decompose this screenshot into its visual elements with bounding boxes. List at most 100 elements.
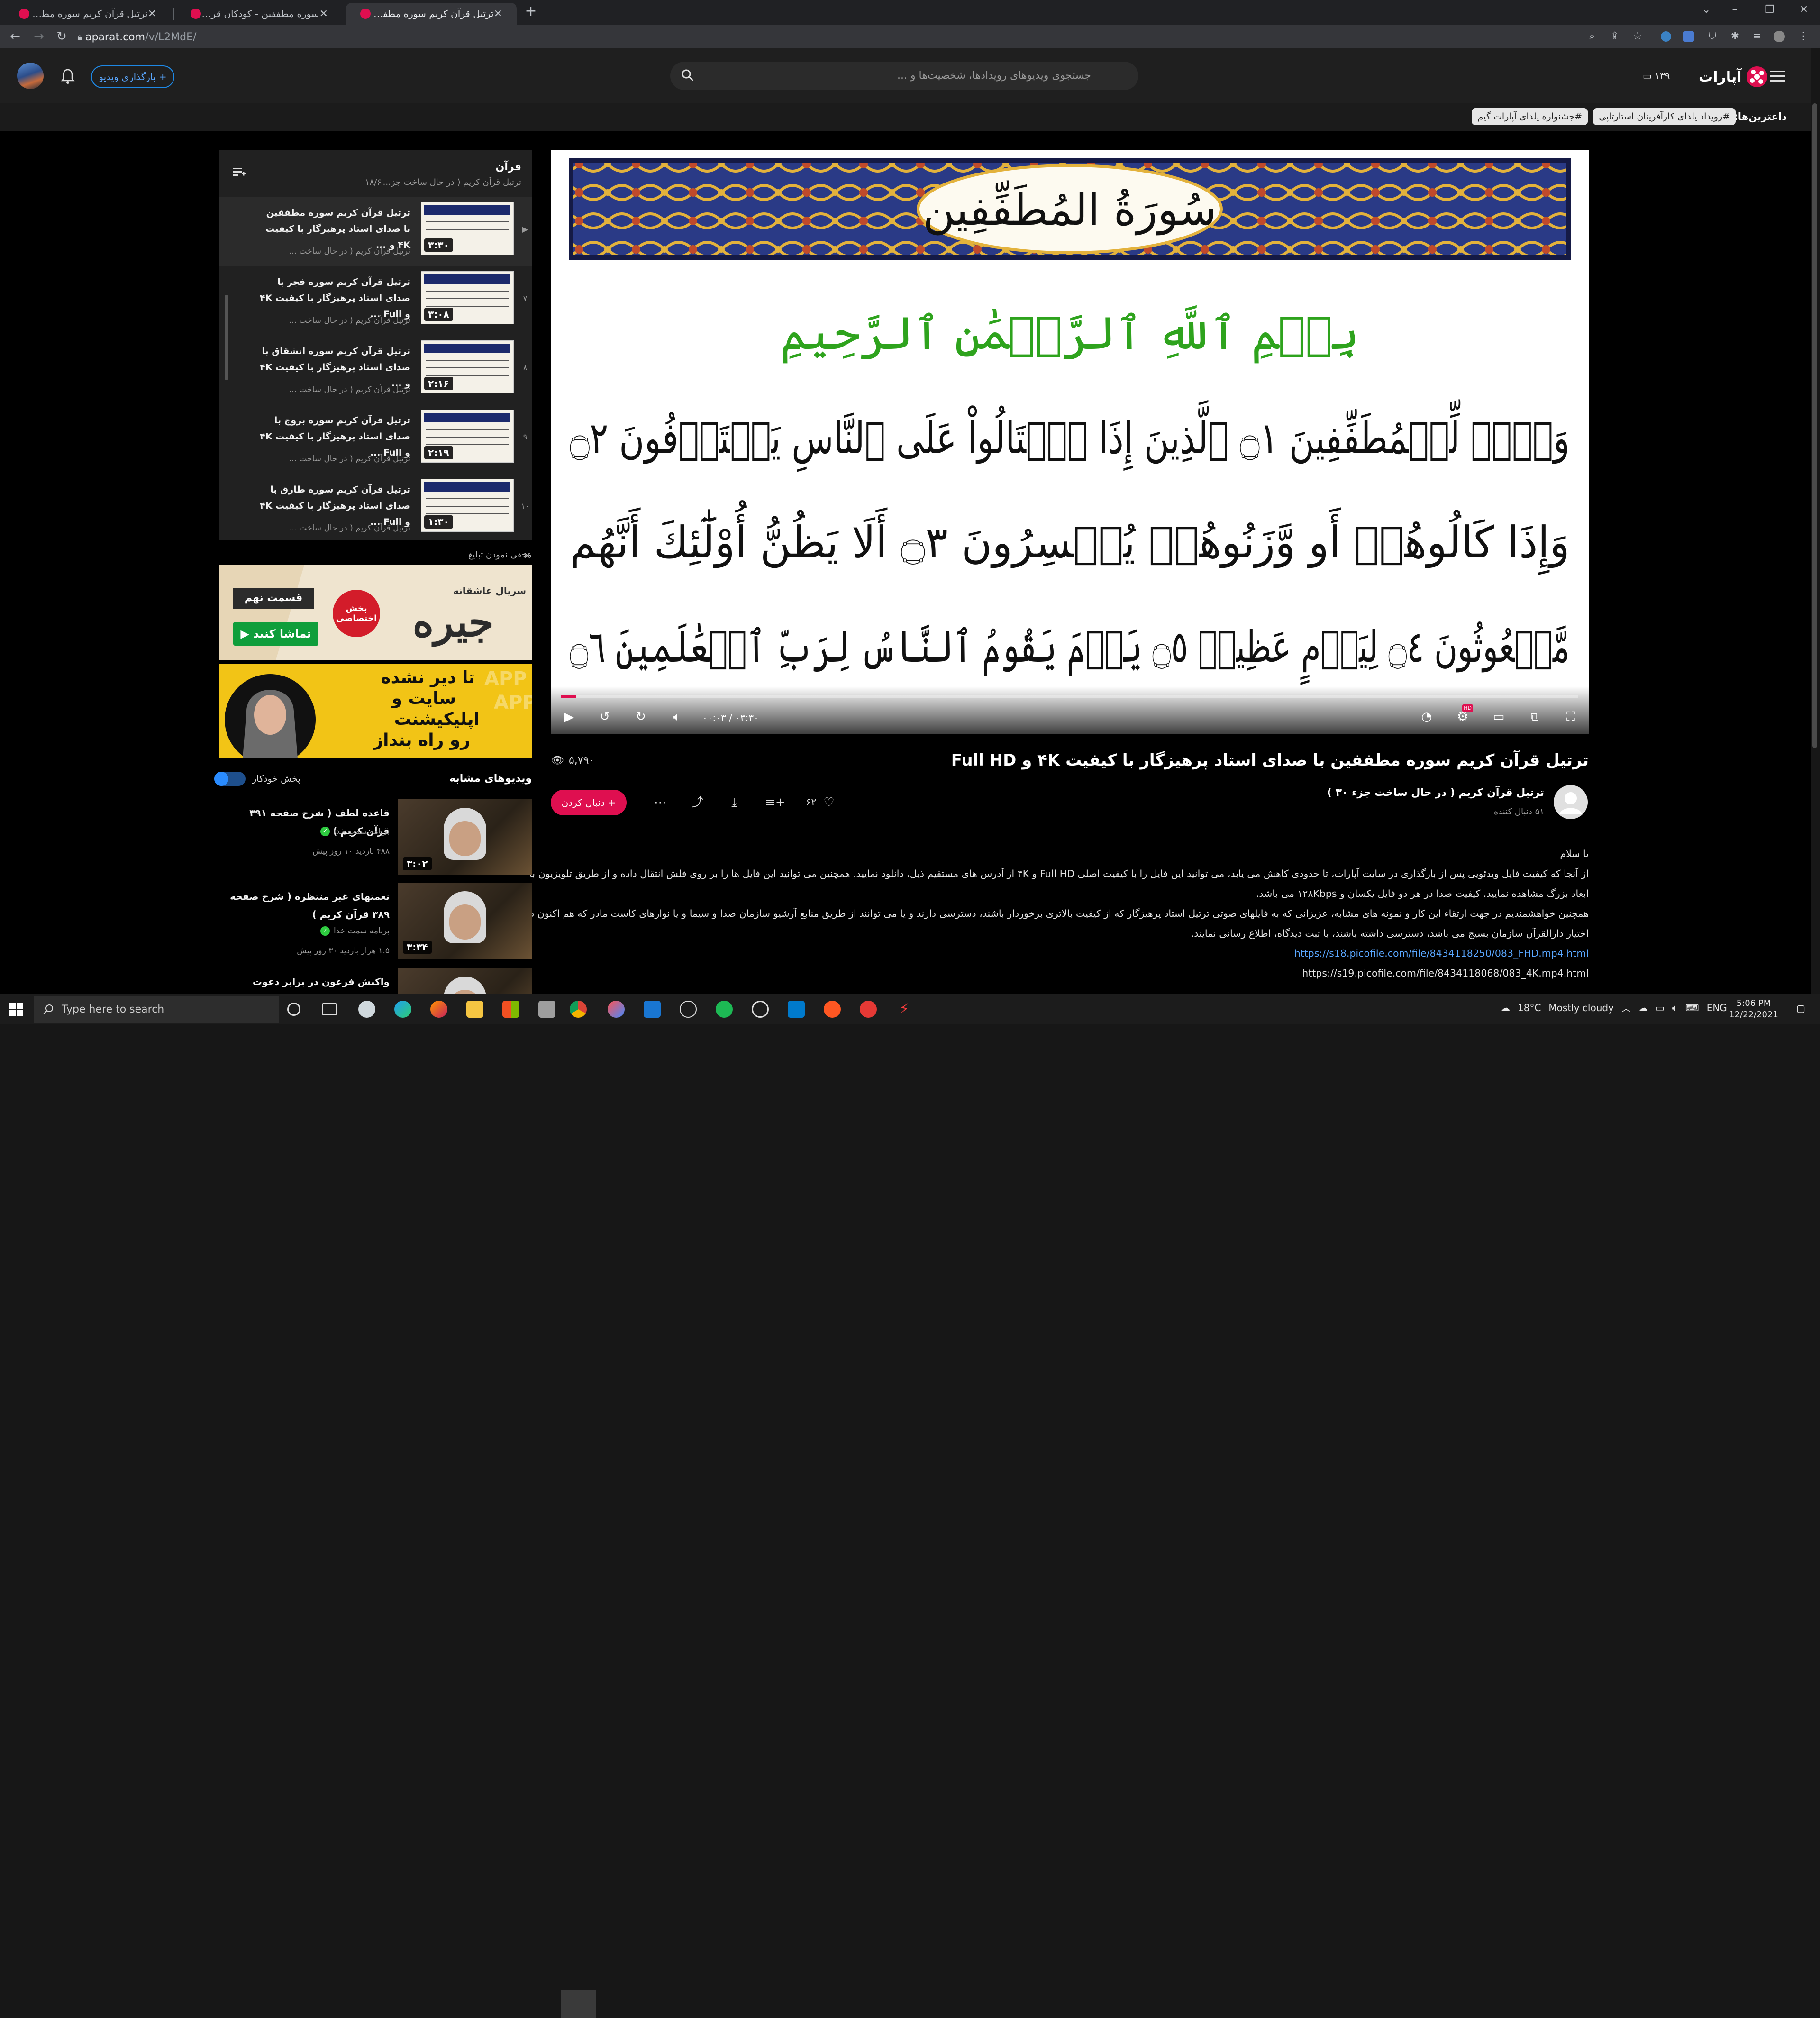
reload-icon[interactable]: ↻ <box>53 29 70 44</box>
channels-count-badge[interactable]: ۱۳۹ ▭ <box>1643 70 1670 82</box>
hide-ad-link[interactable]: مخفی نمودن تبلیغ <box>468 550 532 560</box>
volume-tray-icon[interactable]: 🔈︎ <box>1672 1002 1678 1014</box>
channel-name[interactable]: ترتیل قرآن کریم ( در حال ساخت جزء ۳۰ ) <box>1327 787 1544 799</box>
similar-video-item[interactable]: ۳:۳۴ نعمتهای غیر منتظره ( شرح صفحه ۳۸۹ ق… <box>219 883 532 963</box>
firefox-icon[interactable] <box>430 1001 447 1018</box>
similar-video-channel[interactable]: برنامه سمت خدا ✓ <box>320 926 390 936</box>
cortana-icon[interactable] <box>287 1003 300 1016</box>
more-options-icon[interactable]: ⋯ <box>652 794 668 811</box>
language-indicator[interactable]: ENG <box>1707 1002 1727 1014</box>
profile-avatar-icon[interactable] <box>1774 31 1785 42</box>
bookmark-star-icon[interactable]: ☆ <box>1631 30 1644 43</box>
user-avatar[interactable] <box>17 63 44 89</box>
restore-icon[interactable]: ❐ <box>1760 4 1779 16</box>
playlist-item[interactable]: ▶ ۳:۳۰ ترتیل قرآن کریم سوره مطففین با صد… <box>219 197 532 266</box>
vscode-icon[interactable] <box>788 1001 805 1018</box>
windows-start-icon[interactable] <box>9 1003 23 1016</box>
rewind-10-icon[interactable]: ↺ <box>596 708 613 725</box>
add-to-playlist-icon[interactable]: ≡+ <box>765 794 786 811</box>
close-ad-icon[interactable]: ✕ <box>523 550 531 561</box>
reading-list-icon[interactable]: ≡ <box>1751 30 1763 43</box>
fullscreen-icon[interactable]: ⛶ <box>1562 708 1579 725</box>
close-tab-icon[interactable]: ✕ <box>148 8 156 20</box>
playlist-item[interactable]: ۹ ۲:۱۹ ترتیل قرآن کریم سوره بروج با صدای… <box>219 405 532 474</box>
search-icon[interactable] <box>681 68 695 82</box>
settings-gear-icon[interactable]: ⚙ HD <box>1454 704 1473 725</box>
weather-temp[interactable]: 18°C <box>1518 1002 1541 1014</box>
app-icon[interactable] <box>608 1001 625 1018</box>
app-icon[interactable] <box>358 1001 375 1018</box>
similar-video-item[interactable]: ۳:۰۲ قاعده لطف ( شرح صفحه ۳۹۱ قرآن کریم … <box>219 799 532 880</box>
chrome-icon[interactable] <box>570 1001 587 1018</box>
taskbar-search-input[interactable]: Type here to search <box>34 996 279 1023</box>
seek-bar[interactable] <box>561 695 1578 698</box>
upload-video-button[interactable]: + بارگذاری ویدیو <box>91 65 174 88</box>
autoplay-toggle[interactable]: پخش خودکار <box>214 772 300 786</box>
download-link-4k[interactable]: https://s19.picofile.com/file/8434118068… <box>546 963 1589 983</box>
play-icon[interactable]: ▶ <box>560 708 577 725</box>
puzzle-extensions-icon[interactable]: ✱ <box>1729 30 1741 43</box>
theater-mode-icon[interactable]: ▭ <box>1490 708 1507 725</box>
search-input[interactable]: جستجوی ویدیوهای رویدادها، شخصیت‌ها و ... <box>670 62 1138 90</box>
spotify-icon[interactable] <box>716 1001 733 1018</box>
similar-video-item[interactable]: واکنش فرعون در برابر دعوت حضرت موسی ( <box>219 968 532 994</box>
volume-icon[interactable]: 🔈︎ <box>668 708 685 725</box>
keyboard-icon[interactable]: ⌨ <box>1685 1002 1699 1014</box>
onedrive-icon[interactable]: ☁ <box>1638 1002 1648 1014</box>
address-bar[interactable]: aparat.com/v/L2MdE/ <box>85 31 196 43</box>
trending-chip[interactable]: #رویداد یلدای کارآفرینان استارتاپی <box>1593 108 1736 125</box>
playlist-item[interactable]: ۱۰ ۱:۳۰ ترتیل قرآن کریم سوره طارق با صدا… <box>219 474 532 543</box>
follow-button[interactable]: + دنبال کردن <box>551 790 627 815</box>
tray-chevron-icon[interactable]: ︿ <box>1621 1001 1631 1014</box>
zoom-icon[interactable]: ⌕ <box>1586 30 1598 43</box>
extension-icon[interactable] <box>1684 31 1694 42</box>
close-window-icon[interactable]: ✕ <box>1794 4 1813 16</box>
share-page-icon[interactable]: ⇪ <box>1609 30 1621 43</box>
lightning-app-icon[interactable]: ⚡ <box>896 1001 913 1018</box>
app-icon[interactable] <box>824 1001 841 1018</box>
download-icon[interactable]: ⤓ <box>726 794 742 811</box>
tab-search-chevron-icon[interactable]: ⌄ <box>1697 4 1716 16</box>
playlist-title[interactable]: قرآن <box>496 161 521 173</box>
channel-avatar[interactable] <box>1554 785 1588 819</box>
close-tab-icon[interactable]: ✕ <box>494 8 502 20</box>
system-clock[interactable]: 5:06 PM 12/22/2021 <box>1725 998 1782 1021</box>
playback-speed-icon[interactable]: ◔ <box>1418 708 1435 725</box>
browser-menu-icon[interactable]: ⋮ <box>1797 30 1810 43</box>
app-icon[interactable] <box>860 1001 877 1018</box>
minimize-icon[interactable]: – <box>1725 4 1744 16</box>
aparat-logo[interactable]: آپارات <box>1699 65 1767 88</box>
download-link-fhd[interactable]: https://s18.picofile.com/file/8434118250… <box>546 943 1589 963</box>
shield-extension-icon[interactable]: ⛉ <box>1706 30 1719 43</box>
playlist-item[interactable]: ۸ ۲:۱۶ ترتیل قرآن کریم سوره انشقاق با صد… <box>219 336 532 405</box>
playlist-add-icon[interactable] <box>232 165 246 179</box>
like-heart-icon[interactable]: ♡ <box>821 794 837 811</box>
edge-icon[interactable] <box>394 1001 411 1018</box>
close-tab-icon[interactable]: ✕ <box>319 8 328 20</box>
store-icon[interactable] <box>502 1001 519 1018</box>
playlist-item[interactable]: ۷ ۳:۰۸ ترتیل قرآن کریم سوره فجر با صدای … <box>219 266 532 336</box>
weather-text[interactable]: Mostly cloudy <box>1548 1002 1614 1014</box>
app-icon[interactable] <box>752 1001 769 1018</box>
video-player[interactable]: سُورَةُ المُطَفِّفِين بِسۡمِ ٱللَّهِ ٱلر… <box>551 150 1589 734</box>
playlist-channel[interactable]: ترتیل قرآن کریم ( در حال ساخت جز... <box>383 177 521 187</box>
notification-bell-icon[interactable] <box>61 68 75 84</box>
autoplay-switch[interactable] <box>214 772 246 786</box>
new-tab-icon[interactable]: + <box>521 3 540 19</box>
browser-tab[interactable]: ✕ ترتیل قرآن کریم سوره مطففین با ... <box>5 3 171 25</box>
extension-icon[interactable] <box>1661 31 1671 42</box>
forward-icon[interactable]: → <box>30 29 47 44</box>
trending-chip[interactable]: #جشنواره یلدای آپارات گیم <box>1472 108 1588 125</box>
page-scrollbar[interactable] <box>1811 48 1820 994</box>
notification-center-icon[interactable]: ▢ <box>1796 1003 1809 1015</box>
similar-video-channel[interactable]: برنامه سمت خدا ✓ <box>320 827 390 836</box>
hamburger-menu-icon[interactable] <box>1770 70 1785 82</box>
app-icon[interactable] <box>680 1001 697 1018</box>
app-icon[interactable] <box>538 1001 555 1018</box>
mail-icon[interactable] <box>644 1001 661 1018</box>
file-explorer-icon[interactable] <box>466 1001 483 1018</box>
browser-tab[interactable]: ✕ سوره مطففین - کودکان قرآن - شبکه... <box>176 3 342 25</box>
forward-10-icon[interactable]: ↻ <box>632 708 649 725</box>
browser-tab-active[interactable]: ✕ ترتیل قرآن کریم سوره مطففین با صدا... <box>346 3 517 25</box>
network-icon[interactable]: ▭ <box>1656 1002 1665 1014</box>
